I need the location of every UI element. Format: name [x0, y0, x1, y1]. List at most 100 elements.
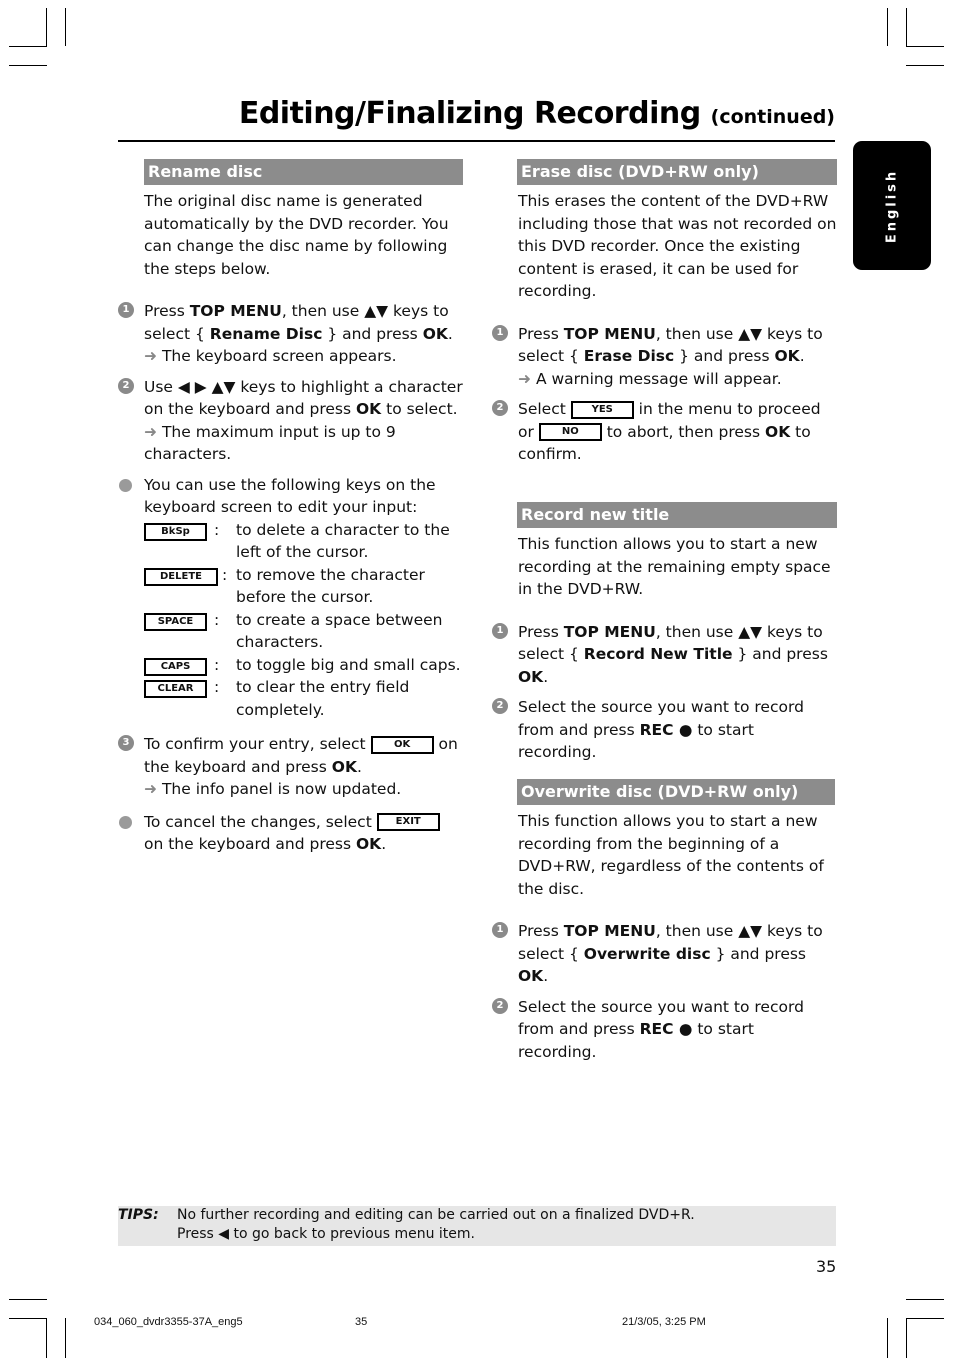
- key-row: DELETE: to remove the character before th…: [144, 564, 463, 609]
- step-1: 1 Press TOP MENU, then use ▲▼ keys to se…: [492, 621, 837, 689]
- colon: :: [214, 655, 220, 674]
- crop-mark: [65, 1318, 66, 1358]
- title-suffix: (continued): [710, 106, 835, 128]
- colon: :: [214, 678, 220, 696]
- colon: :: [214, 610, 220, 629]
- key-desc: to delete a character to the left of the…: [236, 520, 450, 562]
- key-row: BkSp: to delete a character to the left o…: [144, 519, 463, 564]
- section-intro: This function allows you to start a new …: [518, 812, 824, 898]
- step-result: A warning message will appear.: [535, 369, 782, 388]
- key-label: SPACE: [144, 612, 207, 631]
- rename-disc-section: Rename disc The original disc name is ge…: [118, 159, 463, 856]
- key-row: CLEAR: to clear the entry field completel…: [144, 676, 463, 721]
- tips-line: Press ◀ to go back to previous menu item…: [177, 1226, 475, 1242]
- crop-mark: [906, 46, 944, 47]
- text: } and press: [674, 347, 775, 365]
- text: Press: [144, 302, 190, 320]
- text: Press: [518, 324, 564, 343]
- step-result: The keyboard screen appears.: [161, 347, 397, 365]
- step-2: 2 Select YES in the menu to proceed or N…: [492, 398, 837, 466]
- section-intro: The original disc name is generated auto…: [144, 192, 449, 278]
- key-label: BkSp: [144, 522, 207, 541]
- step-1: 1 Press TOP MENU, then use ▲▼ keys to se…: [492, 323, 837, 391]
- crop-mark: [906, 1299, 944, 1300]
- step-number-icon: 2: [118, 377, 134, 394]
- text-bold: TOP MENU: [189, 302, 282, 320]
- crop-mark: [65, 8, 66, 46]
- page-title: Editing/Finalizing Recording (continued): [239, 96, 835, 131]
- language-tab: English: [853, 141, 931, 270]
- text-bold: REC ●: [639, 720, 693, 739]
- tips-line: No further recording and editing can be …: [177, 1207, 695, 1223]
- tips-box: TIPS: No further recording and editing c…: [118, 1206, 836, 1246]
- crop-mark: [906, 65, 944, 66]
- section-heading: Rename disc: [144, 159, 463, 185]
- text: .: [799, 347, 805, 365]
- step-2: 2 Use ◀ ▶ ▲▼ keys to highlight a charact…: [118, 376, 463, 466]
- page-number: 35: [816, 1257, 837, 1276]
- arrow-right-icon: ➜: [144, 422, 157, 441]
- text-bold: Rename Disc: [209, 324, 323, 343]
- section-intro: This function allows you to start a new …: [518, 535, 831, 598]
- step-2: 2 Select the source you want to record f…: [492, 696, 837, 764]
- crop-mark: [887, 8, 888, 46]
- step-2: 2 Select the source you want to record f…: [492, 996, 837, 1064]
- footer-file: 034_060_dvdr3355-37A_eng5: [94, 1316, 243, 1328]
- text: on the keyboard and press: [144, 835, 356, 853]
- colon: :: [214, 520, 220, 539]
- text-bold: OK: [765, 422, 791, 441]
- key-list: BkSp: to delete a character to the left o…: [144, 519, 463, 722]
- text: .: [447, 324, 453, 343]
- text-bold: OK: [356, 835, 382, 853]
- arrow-right-icon: ➜: [144, 780, 157, 798]
- crop-mark: [9, 65, 47, 66]
- arrow-right-icon: ➜: [144, 347, 157, 365]
- text: Press: [518, 622, 564, 641]
- erase-disc-section: Erase disc (DVD+RW only) This erases the…: [492, 159, 837, 466]
- key-label: CLEAR: [144, 680, 207, 698]
- tips-label: TIPS:: [118, 1207, 159, 1223]
- text: Press: [518, 922, 564, 940]
- text-bold: REC ●: [639, 1020, 693, 1038]
- text-bold: Overwrite disc: [583, 944, 711, 963]
- crop-mark: [906, 1318, 907, 1358]
- language-label: English: [884, 168, 900, 243]
- section-heading: Record new title: [517, 502, 837, 528]
- text-bold: TOP MENU: [563, 622, 656, 641]
- text: .: [543, 967, 549, 985]
- bullet-icon: [119, 815, 132, 829]
- crop-mark: [906, 8, 907, 46]
- text: } and press: [710, 944, 807, 963]
- step-result: The info panel is now updated.: [161, 780, 402, 798]
- key-desc: to clear the entry field completely.: [236, 678, 410, 719]
- step-1: 1 Press TOP MENU, then use ▲▼ keys to se…: [118, 300, 463, 368]
- key-label: NO: [538, 423, 602, 441]
- step-number-icon: 1: [118, 302, 134, 318]
- text: .: [356, 757, 362, 776]
- keys-bullet: You can use the following keys on the ke…: [118, 474, 463, 722]
- text-bold: OK: [331, 757, 357, 776]
- text-bold: TOP MENU: [563, 922, 656, 940]
- crop-mark: [9, 1318, 47, 1319]
- text-bold: OK: [774, 347, 800, 365]
- text: to abort, then press: [601, 422, 766, 441]
- key-desc: to toggle big and small caps.: [236, 655, 461, 674]
- text-bold: OK: [518, 967, 544, 985]
- text: To confirm your entry, select: [144, 735, 371, 753]
- text: } and press: [732, 645, 828, 663]
- page-header: Editing/Finalizing Recording (continued): [118, 92, 835, 142]
- step-number-icon: 1: [492, 622, 508, 639]
- step-number-icon: 2: [492, 400, 508, 416]
- step-result: The maximum input is up to 9 characters.: [144, 422, 396, 464]
- key-label: OK: [370, 735, 434, 754]
- tips-text: No further recording and editing can be …: [177, 1206, 695, 1244]
- step-number-icon: 2: [492, 698, 508, 714]
- text: You can use the following keys on the ke…: [144, 475, 436, 517]
- key-row: CAPS: to toggle big and small caps.: [144, 654, 463, 677]
- crop-mark: [906, 1318, 944, 1319]
- key-label: EXIT: [376, 813, 440, 831]
- key-label: DELETE: [144, 567, 218, 586]
- cancel-bullet: To cancel the changes, select EXIT on th…: [118, 811, 463, 856]
- crop-mark: [46, 1318, 47, 1358]
- step-1: 1 Press TOP MENU, then use ▲▼ keys to se…: [492, 920, 837, 988]
